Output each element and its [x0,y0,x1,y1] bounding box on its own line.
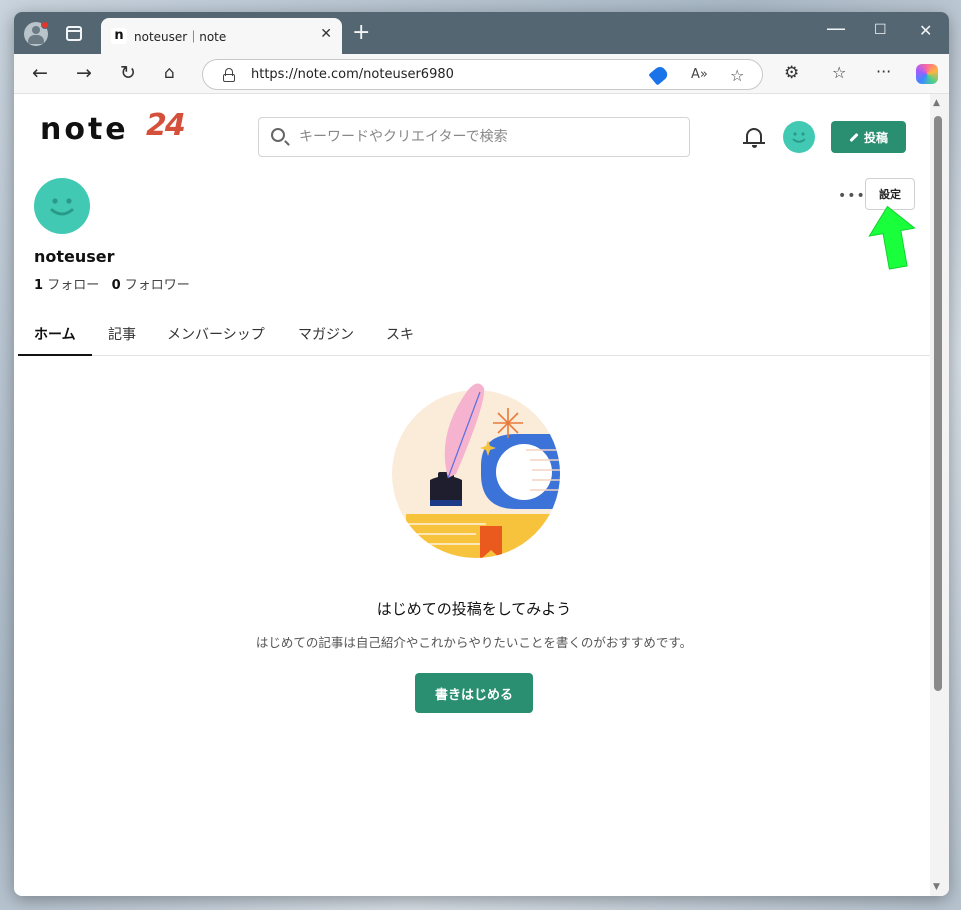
scroll-thumb[interactable] [934,116,942,691]
read-aloud-icon[interactable]: A» [691,67,708,82]
follower-label[interactable]: フォロワー [125,278,190,293]
start-writing-button[interactable]: 書きはじめる [415,673,533,713]
search-input[interactable] [299,118,679,156]
back-icon[interactable]: ← [32,63,48,83]
note-favicon-icon: n [111,28,127,44]
bell-icon[interactable] [743,128,765,148]
search-icon [271,128,285,142]
note-logo[interactable]: note [40,112,129,147]
browser-toolbar: ← → ↻ ⌂ https://note.com/noteuser6980 A»… [14,54,949,94]
page-scrollbar[interactable]: ▲ ▼ [930,94,949,896]
search-box[interactable] [258,117,690,157]
tab-magazine[interactable]: マガジン [298,324,354,344]
refresh-icon[interactable]: ↻ [120,63,136,83]
favorite-star-icon[interactable]: ☆ [730,66,744,85]
tab-articles[interactable]: 記事 [108,324,136,344]
extensions-icon[interactable]: ⚙ [784,63,799,83]
pencil-icon [849,132,859,142]
tabs-icon[interactable] [66,26,82,41]
empty-state-title: はじめての投稿をしてみよう [376,600,572,618]
follow-label[interactable]: フォロー [47,278,99,293]
user-avatar[interactable] [783,121,815,153]
logo-badge[interactable]: 24 [146,108,186,143]
tab-home[interactable]: ホーム [34,324,76,344]
more-icon[interactable]: ··· [876,62,891,82]
profile-avatar[interactable] [34,178,90,234]
notification-dot [41,21,49,29]
more-options-icon[interactable]: ••• [838,188,866,204]
address-bar[interactable]: https://note.com/noteuser6980 A» ☆ [202,59,763,90]
coupon-tag-icon[interactable] [648,64,670,86]
annotation-arrow [868,205,916,270]
profile-icon[interactable] [24,21,49,46]
browser-window: n noteuser｜note ✕ + — ☐ ✕ ← → ↻ ⌂ https:… [14,12,949,896]
follow-count[interactable]: 1 [34,278,43,293]
tab-bar: n noteuser｜note ✕ + — ☐ ✕ [14,12,949,54]
browser-tab[interactable]: n noteuser｜note ✕ [101,18,342,54]
tab-likes[interactable]: スキ [386,324,414,344]
scroll-down-icon[interactable]: ▼ [933,882,940,892]
tab-title: noteuser｜note [134,30,227,44]
new-tab-icon[interactable]: + [352,22,370,44]
follower-count[interactable]: 0 [112,278,121,293]
profile-tabs: ホーム 記事 メンバーシップ マガジン スキ [18,308,930,356]
copilot-icon[interactable] [916,64,938,84]
close-icon[interactable]: ✕ [320,26,332,42]
post-button[interactable]: 投稿 [831,121,906,153]
post-button-label: 投稿 [863,130,888,145]
username: noteuser [34,247,115,266]
scroll-up-icon[interactable]: ▲ [933,98,940,108]
web-page: note 24 投稿 noteuser 1 フォロー 0 フォロワー ••• 設… [18,94,930,894]
empty-state-illustration [392,383,560,558]
lock-icon[interactable] [223,68,235,82]
follow-stats: 1 フォロー 0 フォロワー [34,274,190,293]
favorites-icon[interactable]: ☆ [832,63,846,83]
minimize-icon[interactable]: — [826,16,846,40]
maximize-icon[interactable]: ☐ [874,22,887,38]
url-text[interactable]: https://note.com/noteuser6980 [251,67,454,82]
home-icon[interactable]: ⌂ [164,63,175,83]
forward-icon[interactable]: → [76,63,92,83]
active-tab-indicator [18,354,92,356]
empty-state-description: はじめての記事は自己紹介やこれからやりたいことを書くのがおすすめです。 [255,635,693,650]
tab-membership[interactable]: メンバーシップ [167,324,265,344]
window-close-icon[interactable]: ✕ [919,21,932,40]
